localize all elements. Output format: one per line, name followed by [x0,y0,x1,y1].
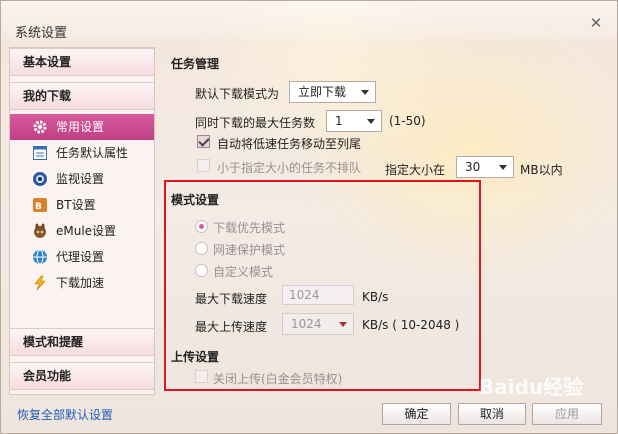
size-select[interactable]: 30 [456,156,514,178]
sidebar-item-proxy[interactable]: 代理设置 [10,244,154,270]
task-management-title: 任务管理 [171,57,220,71]
max-tasks-value: 1 [335,114,343,128]
gear-icon [32,119,48,135]
default-mode-select[interactable]: 立即下载 [289,81,376,103]
radio-download-priority[interactable] [195,220,208,233]
sidebar-item-label: 下载加速 [56,276,105,290]
max-download-input[interactable]: 1024 [282,285,354,305]
sidebar-item-label: BT设置 [56,198,96,212]
bt-icon: B [32,197,48,213]
sidebar-item-label: eMule设置 [56,224,117,238]
mode-settings-title: 模式设置 [171,193,220,207]
radio-custom-label: 自定义模式 [213,265,274,279]
radio-download-priority-label: 下载优先模式 [213,221,286,235]
window-title: 系统设置 [15,26,68,41]
chevron-down-icon [499,165,507,170]
sidebar-item-accelerate[interactable]: 下载加速 [10,270,154,296]
monitor-eye-icon [32,171,48,187]
cancel-button[interactable]: 取消 [458,403,526,425]
sidebar-section-mode-alert[interactable]: 模式和提醒 [10,328,154,356]
max-tasks-select[interactable]: 1 [326,110,382,132]
title-bar: 系统设置 ✕ [1,1,617,41]
max-upload-select[interactable]: 1024 [282,313,354,335]
upload-settings-title: 上传设置 [171,350,220,364]
emule-icon [32,223,48,239]
size-unit: MB以内 [520,163,563,177]
chevron-down-icon [361,90,369,95]
sidebar-section-my-download[interactable]: 我的下载 [10,82,154,110]
svg-text:B: B [35,202,42,212]
sidebar-item-emule[interactable]: eMule设置 [10,218,154,244]
auto-move-checkbox[interactable] [197,135,210,148]
ok-button[interactable]: 确定 [382,403,451,425]
task-list-icon [32,145,48,161]
sidebar-item-task-defaults[interactable]: 任务默认属性 [10,140,154,166]
sidebar-item-monitor[interactable]: 监视设置 [10,166,154,192]
max-upload-value: 1024 [291,317,322,331]
max-upload-unit: KB/s ( 10-2048 ) [362,318,460,332]
chevron-down-icon [339,322,347,327]
sidebar-item-label: 常用设置 [56,120,105,134]
radio-speed-protect[interactable] [195,242,208,255]
small-task-checkbox[interactable] [197,159,210,172]
lightning-icon [32,275,48,291]
sidebar: 基本设置 我的下载 常用设置 任务默认属性 监视设置 B BT设置 eMule设… [9,47,155,395]
restore-defaults-link[interactable]: 恢复全部默认设置 [17,406,113,423]
default-mode-value: 立即下载 [298,85,347,99]
radio-speed-protect-label: 网速保护模式 [213,243,286,257]
sidebar-item-label: 任务默认属性 [56,146,129,160]
size-value: 30 [465,160,481,174]
close-upload-checkbox[interactable] [195,370,208,383]
sidebar-section-basic[interactable]: 基本设置 [10,48,154,76]
small-task-label: 小于指定大小的任务不排队 [217,161,362,175]
max-download-unit: KB/s [362,290,389,304]
close-icon[interactable]: ✕ [587,14,605,32]
size-label: 指定大小在 [385,163,446,177]
sidebar-item-label: 代理设置 [56,250,105,264]
auto-move-label: 自动将低速任务移动至列尾 [217,137,362,151]
settings-window: 系统设置 ✕ 基本设置 我的下载 常用设置 任务默认属性 监视设置 B BT设置… [0,0,618,434]
max-tasks-range: (1-50) [389,114,426,128]
settings-panel: 任务管理 默认下载模式为 立即下载 同时下载的最大任务数 1 (1-50) 自动… [164,47,608,395]
max-tasks-label: 同时下载的最大任务数 [195,116,316,130]
chevron-down-icon [367,119,375,124]
max-download-label: 最大下载速度 [195,292,268,306]
sidebar-item-common[interactable]: 常用设置 [10,114,154,140]
sidebar-section-member[interactable]: 会员功能 [10,362,154,390]
radio-custom[interactable] [195,264,208,277]
max-download-value: 1024 [289,288,320,302]
sidebar-item-bt[interactable]: B BT设置 [10,192,154,218]
default-mode-label: 默认下载模式为 [195,87,280,101]
proxy-globe-icon [32,249,48,265]
sidebar-item-label: 监视设置 [56,172,105,186]
apply-button[interactable]: 应用 [532,403,602,425]
close-upload-label: 关闭上传(白金会员特权) [213,372,343,386]
max-upload-label: 最大上传速度 [195,320,268,334]
